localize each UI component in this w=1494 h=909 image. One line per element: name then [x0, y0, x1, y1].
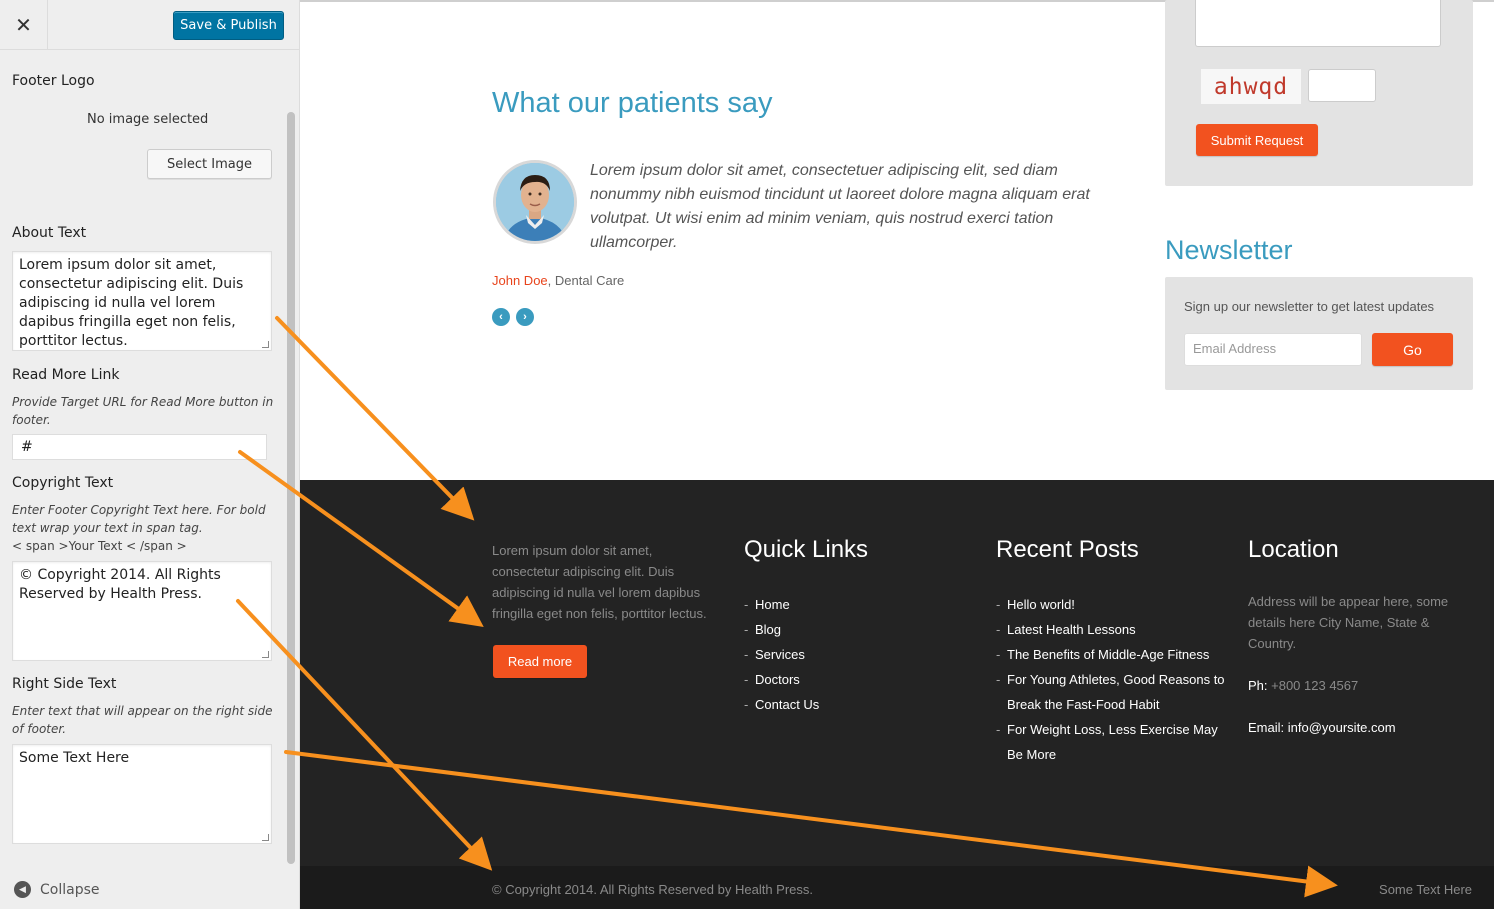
quick-link-blog[interactable]: Blog: [744, 617, 819, 642]
read-more-link-field[interactable]: #: [12, 434, 267, 460]
location-phone: Ph: +800 123 4567: [1248, 675, 1358, 696]
collapse-label: Collapse: [40, 881, 100, 898]
location-address: Address will be appear here, some detail…: [1248, 594, 1449, 651]
phone-value: +800 123 4567: [1267, 678, 1359, 693]
captcha-image: ahwqd: [1201, 69, 1301, 104]
testimonial-author: John Doe, Dental Care: [492, 273, 624, 288]
customizer-header: ✕ Save & Publish: [0, 0, 299, 50]
author-role: , Dental Care: [547, 273, 625, 288]
chevron-left-icon[interactable]: ‹: [492, 308, 510, 326]
about-text-field[interactable]: Lorem ipsum dolor sit amet, consectetur …: [12, 251, 272, 351]
footer-bottom-bar: © Copyright 2014. All Rights Reserved by…: [300, 866, 1494, 909]
newsletter-text: Sign up our newsletter to get latest upd…: [1184, 299, 1435, 314]
quick-link-services[interactable]: Services: [744, 642, 819, 667]
read-more-button[interactable]: Read more: [493, 645, 587, 678]
newsletter-go-button[interactable]: Go: [1372, 333, 1453, 366]
request-message-field[interactable]: [1195, 0, 1441, 47]
footer-right-text: Some Text Here: [1379, 882, 1472, 897]
copyright-text-field[interactable]: © Copyright 2014. All Rights Reserved by…: [12, 561, 272, 661]
chevron-right-icon[interactable]: ›: [516, 308, 534, 326]
submit-request-button[interactable]: Submit Request: [1196, 124, 1318, 156]
location-heading: Location: [1248, 536, 1339, 563]
quick-links-heading: Quick Links: [744, 536, 869, 563]
copyright-span-hint: < span >Your Text < /span >: [12, 539, 187, 553]
quick-link-home[interactable]: Home: [744, 592, 819, 617]
save-publish-button[interactable]: Save & Publish: [173, 11, 284, 40]
quick-links-list: Home Blog Services Doctors Contact Us: [744, 592, 819, 717]
location-email: Email: info@yoursite.com: [1248, 717, 1396, 738]
no-image-text: No image selected: [87, 112, 209, 127]
testimonial-quote: Lorem ipsum dolor sit amet, consectetuer…: [590, 162, 1090, 251]
sidebar-scrollbar[interactable]: [287, 112, 295, 864]
phone-label: Ph:: [1248, 678, 1268, 693]
recent-posts-list: Hello world! Latest Health Lessons The B…: [996, 592, 1226, 767]
quick-link-doctors[interactable]: Doctors: [744, 667, 819, 692]
quick-link-contact[interactable]: Contact Us: [744, 692, 819, 717]
recent-post-link[interactable]: For Young Athletes, Good Reasons to Brea…: [996, 667, 1226, 717]
right-side-text-label: Right Side Text: [12, 676, 117, 692]
recent-post-link[interactable]: Latest Health Lessons: [996, 617, 1226, 642]
collapse-arrow-icon: ◀: [14, 881, 31, 898]
right-side-text-description: Enter text that will appear on the right…: [12, 704, 273, 736]
copyright-text-description: Enter Footer Copyright Text here. For bo…: [12, 503, 266, 535]
read-more-link-label: Read More Link: [12, 367, 120, 383]
recent-post-link[interactable]: Hello world!: [996, 592, 1226, 617]
recent-posts-heading: Recent Posts: [996, 536, 1139, 563]
close-icon[interactable]: ✕: [0, 0, 48, 50]
recent-post-link[interactable]: For Weight Loss, Less Exercise May Be Mo…: [996, 717, 1226, 767]
about-text-label: About Text: [12, 225, 87, 241]
footer-logo-label: Footer Logo: [12, 73, 95, 89]
footer-about-text: Lorem ipsum dolor sit amet, consectetur …: [492, 543, 707, 621]
email-value[interactable]: info@yoursite.com: [1284, 720, 1396, 735]
site-footer: Lorem ipsum dolor sit amet, consectetur …: [300, 480, 1494, 866]
customizer-sidebar: ✕ Save & Publish Footer Logo No image se…: [0, 0, 300, 909]
collapse-button[interactable]: ◀ Collapse: [14, 881, 100, 898]
select-image-button[interactable]: Select Image: [147, 149, 272, 179]
read-more-link-description: Provide Target URL for Read More button …: [12, 395, 274, 427]
testimonial-slider-nav: ‹ ›: [492, 308, 534, 326]
email-label: Email:: [1248, 720, 1285, 735]
testimonials-title: What our patients say: [492, 87, 773, 119]
recent-post-link[interactable]: The Benefits of Middle-Age Fitness: [996, 642, 1226, 667]
captcha-input[interactable]: [1308, 69, 1376, 102]
patient-avatar: [493, 160, 577, 244]
right-side-text-field[interactable]: Some Text Here: [12, 744, 272, 844]
newsletter-title: Newsletter: [1165, 235, 1293, 265]
site-preview: ahwqd Submit Request What our patients s…: [300, 0, 1494, 909]
footer-copyright: © Copyright 2014. All Rights Reserved by…: [492, 882, 814, 897]
copyright-text-label: Copyright Text: [12, 475, 114, 491]
author-name[interactable]: John Doe: [492, 273, 548, 288]
newsletter-email-input[interactable]: Email Address: [1184, 333, 1362, 366]
